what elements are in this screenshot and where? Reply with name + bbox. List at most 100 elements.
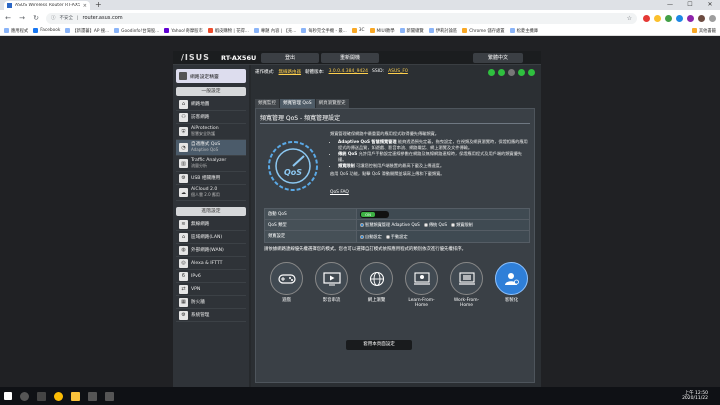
url-text[interactable]: router.asus.com: [83, 15, 123, 21]
sidebar-item-traffic-analyzer[interactable]: ▥ Traffic Analyzer 流量分析: [176, 156, 246, 172]
language-select[interactable]: 繁體中文: [473, 53, 523, 63]
chrome-icon[interactable]: [54, 391, 63, 401]
mode-learn-from-home[interactable]: Learn-From-Home: [405, 262, 438, 308]
firmware-link[interactable]: 3.0.0.4.384_9424: [329, 69, 368, 75]
bookmark-item[interactable]: 松菱主機庫: [509, 28, 538, 34]
file-explorer-icon[interactable]: [71, 391, 80, 401]
bookmark-item[interactable]: Yahoo!奇摩股市: [164, 28, 203, 34]
bookmark-item[interactable]: 新聞總覽: [399, 28, 424, 34]
task-view-icon[interactable]: [37, 391, 46, 401]
sidebar-item-aiprotection[interactable]: ⛨ AiProtection 智慧安全防護: [176, 124, 246, 140]
mode-customize[interactable]: 客製化: [495, 262, 528, 308]
sidebar-item-administration[interactable]: ⚙ 系統管理: [176, 309, 246, 322]
bandwidth-auto-radio[interactable]: 自動設定: [360, 234, 382, 240]
customize-user-icon: [495, 262, 528, 295]
extension-icon[interactable]: [687, 14, 694, 22]
sidebar-item-firewall[interactable]: ▦ 防火牆: [176, 296, 246, 309]
learn-from-home-icon: [405, 262, 438, 295]
sidebar-item-guest-network[interactable]: ⚇ 訪客網路: [176, 111, 246, 124]
sidebar-item-vpn[interactable]: ⇄ VPN: [176, 283, 246, 296]
browser-tab[interactable]: ASUS Wireless Router RT-AX56U ×: [4, 1, 90, 10]
bookmark-item[interactable]: 應用程式: [4, 28, 28, 34]
wps-status-icon[interactable]: [508, 69, 515, 76]
operation-mode-link[interactable]: 無線路由器: [279, 69, 302, 75]
ssid-link[interactable]: ASUS_F0: [388, 69, 408, 75]
wifi-icon: ≋: [179, 219, 188, 229]
other-bookmarks[interactable]: 其他書籤: [691, 28, 716, 34]
wifi-status-icon[interactable]: [528, 69, 535, 76]
qos-type-limiter-radio[interactable]: 頻寬限制: [451, 222, 473, 228]
browser-tabbar: ASUS Wireless Router RT-AX56U × + — ☐ ✕: [0, 0, 720, 10]
sidebar-item-wan[interactable]: ◍ 外部網路(WAN): [176, 244, 246, 257]
bookmark-icon: [399, 28, 405, 33]
bookmark-star-icon[interactable]: ☆: [627, 15, 632, 22]
clock[interactable]: 上午 12:50 2020/11/22: [682, 391, 716, 402]
sidebar-item-aicloud[interactable]: ☁ AiCloud 2.0 個人雲 2.0 應用: [176, 185, 246, 201]
tab-web-history[interactable]: 網頁瀏覽歷史: [315, 99, 349, 108]
tab-close-icon[interactable]: ×: [83, 3, 87, 9]
bookmark-item[interactable]: 3C: [351, 28, 365, 33]
router-ui: /ISUS RT-AX56U 登出 重新開機 繁體中文 網路設定精靈 一般設定 …: [173, 51, 541, 387]
new-tab-button[interactable]: +: [95, 1, 102, 9]
back-icon[interactable]: ←: [4, 14, 12, 22]
bookmark-item[interactable]: MIUI教學: [369, 28, 395, 34]
qos-faq-link[interactable]: QoS FAQ: [330, 190, 349, 195]
network-status-icon[interactable]: [488, 69, 495, 76]
folder-icon: [462, 28, 468, 33]
tab-qos[interactable]: 頻寬管理 QoS: [280, 99, 315, 108]
extension-icon[interactable]: [643, 14, 650, 22]
not-secure-icon[interactable]: ⓘ: [51, 15, 56, 21]
qos-type-traditional-radio[interactable]: 傳統 QoS: [423, 222, 447, 228]
bandwidth-manual-radio[interactable]: 手動設定: [385, 234, 408, 240]
minimize-button[interactable]: —: [660, 0, 680, 10]
forward-icon[interactable]: →: [18, 14, 26, 22]
bookmark-item[interactable]: Goodinfo!台灣股...: [114, 28, 159, 34]
page: /ISUS RT-AX56U 登出 重新開機 繁體中文 網路設定精靈 一般設定 …: [0, 37, 720, 387]
reload-icon[interactable]: ↻: [32, 14, 40, 22]
mode-gaming[interactable]: 遊戲: [270, 262, 303, 308]
bookmark-item[interactable]: 【新還蕃】AP 搜...: [65, 28, 109, 34]
bookmark-item[interactable]: 專題 內容 | 【充...: [253, 28, 296, 34]
app-icon[interactable]: [105, 391, 114, 401]
bookmark-item[interactable]: 每秒完全手機 - 最...: [301, 28, 347, 34]
sidebar-item-lan[interactable]: ⌂ 區域網路(LAN): [176, 231, 246, 244]
reboot-button[interactable]: 重新開機: [321, 53, 379, 63]
sidebar-item-wireless[interactable]: ≋ 無線網路: [176, 218, 246, 231]
bookmark-item[interactable]: Facebook: [33, 28, 60, 33]
extension-icon[interactable]: [665, 14, 672, 22]
page-title: 頻寬管理 QoS - 頻寬管理設定: [260, 115, 341, 122]
bookmark-item[interactable]: 伊莉討論區: [428, 28, 457, 34]
general-header: 一般設定: [176, 87, 246, 96]
mode-work-from-home[interactable]: Work-From-Home: [450, 262, 483, 308]
maximize-button[interactable]: ☐: [680, 0, 700, 10]
address-bar[interactable]: ⓘ 不安全 | router.asus.com ☆: [46, 12, 637, 24]
close-window-button[interactable]: ✕: [700, 0, 720, 10]
extension-icon[interactable]: [654, 14, 661, 22]
sidebar-item-ipv6[interactable]: 6 IPv6: [176, 270, 246, 283]
logout-button[interactable]: 登出: [261, 53, 319, 63]
extension-icon[interactable]: [676, 14, 683, 22]
usb-status-icon[interactable]: [498, 69, 505, 76]
table-row: 頻寬設定 自動設定 手動設定: [265, 231, 529, 242]
mode-streaming[interactable]: 影音串流: [315, 262, 348, 308]
qos-toggle[interactable]: ON: [360, 210, 389, 218]
quick-setup-button[interactable]: 網路設定精靈: [176, 69, 246, 83]
apply-button[interactable]: 套用本頁面設定: [346, 340, 412, 350]
mode-web-surfing[interactable]: 網上瀏覽: [360, 262, 393, 308]
menu-icon[interactable]: [709, 14, 716, 22]
app-status-icon[interactable]: [518, 69, 525, 76]
sidebar-item-adaptive-qos[interactable]: ◔ 自適應式 QoS Adaptive QoS: [176, 140, 246, 156]
bookmark-item[interactable]: 蝦皮購物 | 花得...: [207, 28, 249, 34]
svg-text:QoS: QoS: [284, 168, 302, 177]
windows-start-icon[interactable]: [4, 392, 12, 400]
sidebar-item-alexa[interactable]: ◎ Alexa & IFTTT: [176, 257, 246, 270]
main-content: 運作模式: 無線路由器 韌體版本: 3.0.0.4.384_9424 SSID:…: [251, 65, 541, 387]
sidebar-item-network-map[interactable]: ⌂ 網路地圖: [176, 98, 246, 111]
search-icon[interactable]: [20, 391, 29, 401]
app-icon[interactable]: [88, 391, 97, 401]
bookmark-item[interactable]: Chrome 儲存處置: [462, 28, 505, 34]
profile-avatar[interactable]: [698, 14, 705, 22]
tab-bandwidth-monitor[interactable]: 頻寬監控: [255, 99, 279, 108]
qos-type-adaptive-radio[interactable]: 智慧頻寬管理 Adaptive QoS: [360, 222, 420, 228]
sidebar-item-usb[interactable]: ⚙ USB 相關應用: [176, 172, 246, 185]
